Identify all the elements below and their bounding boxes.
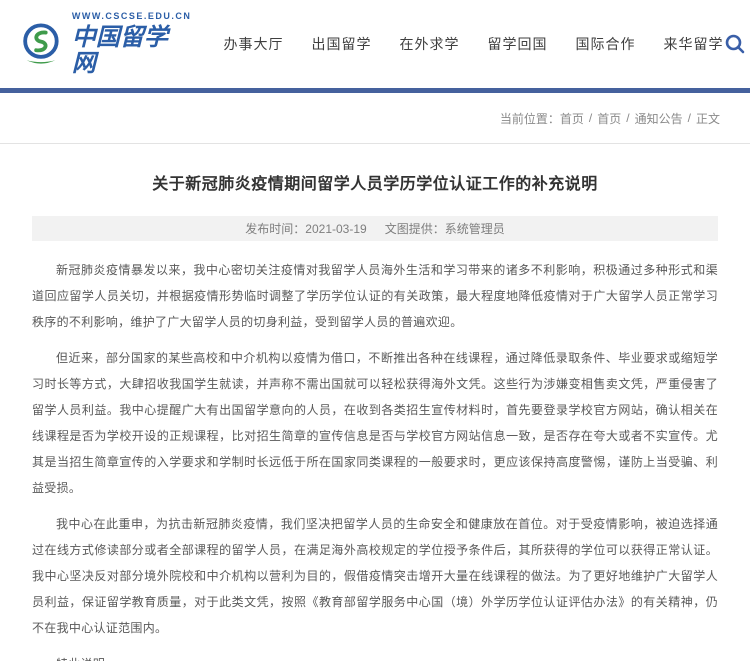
logo-site-name: 中国留学网: [71, 21, 168, 77]
nav-item-returning-home[interactable]: 留学回国: [488, 34, 548, 54]
breadcrumb: 当前位置： 首页 / 首页 / 通知公告 / 正文: [0, 93, 750, 144]
breadcrumb-current: 正文: [695, 111, 720, 126]
breadcrumb-separator: /: [626, 111, 630, 125]
paragraph-1: 新冠肺炎疫情暴发以来，我中心密切关注疫情对我留学人员海外生活和学习带来的诸多不利…: [32, 263, 718, 330]
breadcrumb-home-2[interactable]: 首页: [597, 110, 621, 127]
breadcrumb-separator: /: [588, 111, 593, 125]
breadcrumb-home[interactable]: 首页: [560, 110, 584, 127]
publish-time: 发布时间：2021-03-19: [245, 222, 367, 237]
article: 关于新冠肺炎疫情期间留学人员学历学位认证工作的补充说明 发布时间：2021-03…: [0, 144, 750, 661]
breadcrumb-separator: /: [687, 111, 691, 125]
breadcrumb-notices[interactable]: 通知公告: [635, 110, 683, 127]
search-icon[interactable]: [724, 33, 746, 55]
site-header: WWW.CSCSE.EDU.CN 中国留学网 办事大厅 出国留学 在外求学 留学…: [0, 0, 750, 88]
content-provider: 文图提供：系统管理员: [384, 222, 505, 237]
logo-text: WWW.CSCSE.EDU.CN 中国留学网: [71, 10, 192, 77]
paragraph-2: 但近来，部分国家的某些高校和中介机构以疫情为借口，不断推出各种在线课程，通过降低…: [32, 351, 718, 496]
article-body: 新冠肺炎疫情暴发以来，我中心密切关注疫情对我留学人员海外生活和学习带来的诸多不利…: [32, 257, 718, 661]
nav-item-service-hall[interactable]: 办事大厅: [224, 34, 284, 54]
main-nav: 办事大厅 出国留学 在外求学 留学回国 国际合作 来华留学: [224, 34, 724, 54]
header-right: 登录 | English: [724, 25, 750, 63]
closing-line: 特此说明。: [32, 651, 718, 661]
logo-icon: [23, 23, 59, 64]
logo-url: WWW.CSCSE.EDU.CN: [71, 10, 192, 21]
site-logo[interactable]: WWW.CSCSE.EDU.CN 中国留学网: [18, 10, 192, 77]
nav-item-study-abroad[interactable]: 出国留学: [312, 34, 372, 54]
article-title: 关于新冠肺炎疫情期间留学人员学历学位认证工作的补充说明: [152, 176, 598, 193]
article-meta-bar: 发布时间：2021-03-19 文图提供：系统管理员: [32, 216, 718, 242]
breadcrumb-prefix: 当前位置：: [499, 111, 560, 126]
nav-item-studying-overseas[interactable]: 在外求学: [400, 34, 460, 54]
paragraph-3: 我中心在此重申，为抗击新冠肺炎疫情，我们坚决把留学人员的生命安全和健康放在首位。…: [32, 517, 718, 636]
nav-item-intl-cooperation[interactable]: 国际合作: [576, 34, 636, 54]
nav-item-study-in-china[interactable]: 来华留学: [664, 34, 724, 54]
